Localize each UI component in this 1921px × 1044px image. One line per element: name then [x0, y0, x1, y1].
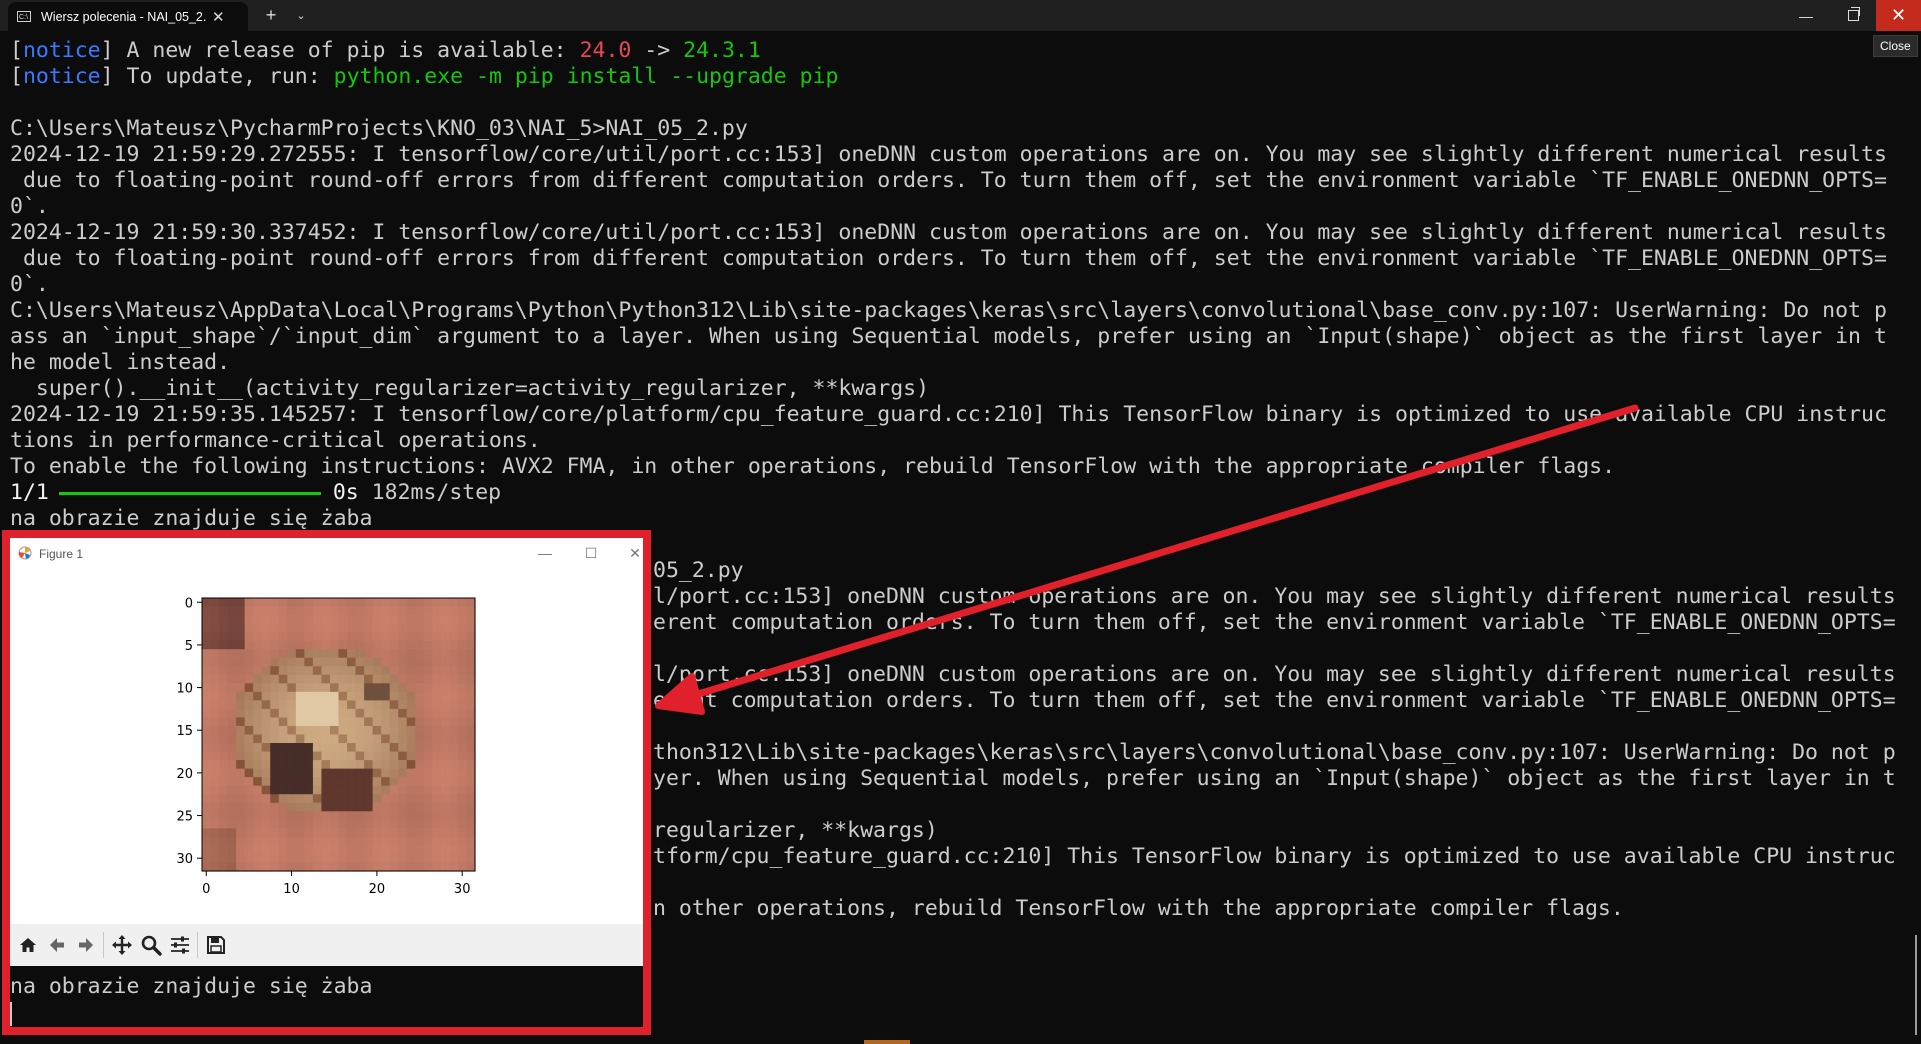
annotation-arrow	[655, 404, 1639, 715]
